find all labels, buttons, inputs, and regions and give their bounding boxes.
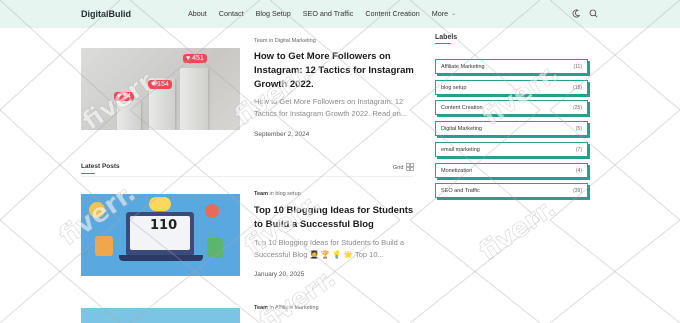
featured-post-meta: Team in Digital Marketing — [254, 38, 316, 44]
post-author[interactable]: Team — [254, 191, 268, 197]
nav-blog-setup[interactable]: Blog Setup — [256, 9, 291, 18]
label-email-marketing[interactable]: email marketing (7) — [435, 142, 588, 157]
label-blog-setup[interactable]: blog setup (18) — [435, 80, 588, 95]
site-header: DigitalBulid About Contact Blog Setup SE… — [0, 0, 680, 28]
label-count: (11) — [573, 63, 582, 70]
latest-posts-heading: Latest Posts — [81, 163, 120, 170]
grid-icon — [406, 163, 415, 173]
site-logo[interactable]: DigitalBulid — [81, 9, 131, 19]
label-seo-and-traffic[interactable]: SEO and Traffic (39) — [435, 183, 588, 198]
post-image[interactable] — [81, 308, 240, 323]
post-date: January 20, 2025 — [254, 271, 305, 278]
label-name: blog setup — [441, 84, 467, 91]
laptop-shape: 110 — [126, 212, 194, 256]
label-count: (18) — [573, 84, 582, 91]
labels-heading: Labels — [435, 34, 458, 41]
post-meta: Team in Affiliate Marketing — [254, 305, 319, 311]
label-count: (5) — [575, 125, 582, 132]
heading-underline — [81, 173, 95, 174]
meta-in: in — [269, 191, 274, 197]
label-content-creation[interactable]: Content Creation (25) — [435, 100, 588, 115]
plant-shape — [207, 238, 223, 258]
divider — [81, 176, 413, 177]
decor-shape — [149, 197, 171, 211]
like-badge: ♥ 154 — [148, 80, 172, 90]
image-number: 110 — [150, 218, 178, 233]
featured-post-title[interactable]: How to Get More Followers on Instagram: … — [254, 50, 419, 92]
nav-content-creation[interactable]: Content Creation — [365, 9, 419, 18]
like-badge: ♥ 54 — [114, 92, 134, 102]
cup-shape — [95, 236, 113, 256]
post-author[interactable]: Team — [254, 38, 267, 44]
post-author[interactable]: Team — [254, 305, 268, 311]
post-category[interactable]: Affiliate Marketing — [275, 305, 319, 311]
pillar-shape — [180, 68, 208, 130]
post-excerpt: Top 10 Blogging Ideas for Students to Bu… — [254, 238, 405, 259]
post-title[interactable]: Top 10 Blogging Ideas for Students to Bu… — [254, 204, 419, 232]
grid-label: Grid — [393, 165, 404, 171]
decor-shape — [205, 204, 219, 218]
label-name: Digital Marketing — [441, 125, 482, 132]
laptop-screen: 110 — [130, 216, 190, 250]
pillar-shape — [117, 100, 141, 130]
heading-underline — [435, 43, 451, 44]
like-badge: ♥ 451 — [183, 54, 207, 64]
label-count: (7) — [575, 146, 582, 153]
nav-more-label: More — [431, 9, 449, 18]
header-icons — [572, 9, 598, 18]
chevron-down-icon: ⌄ — [451, 11, 457, 17]
post-meta: Team in blog setup — [254, 191, 301, 197]
label-digital-marketing[interactable]: Digital Marketing (5) — [435, 121, 588, 136]
post-category[interactable]: Digital Marketing — [275, 38, 316, 44]
nav-about[interactable]: About — [188, 9, 207, 18]
label-name: SEO and Traffic — [441, 187, 480, 194]
main-nav: About Contact Blog Setup SEO and Traffic… — [188, 9, 468, 18]
dark-mode-icon[interactable] — [572, 9, 581, 18]
heart-icon: ♥ — [151, 81, 156, 88]
label-count: (25) — [573, 104, 582, 111]
featured-post-excerpt: How to Get More Followers on Instagram: … — [254, 97, 407, 118]
featured-post-image[interactable]: ♥ 451 ♥ 154 ♥ 54 — [81, 48, 240, 130]
nav-more[interactable]: More ⌄ — [432, 9, 456, 18]
watermark-text: fiverr. — [474, 193, 562, 267]
label-name: email marketing — [441, 146, 480, 153]
nav-seo-traffic[interactable]: SEO and Traffic — [303, 9, 354, 18]
nav-contact[interactable]: Contact — [219, 9, 244, 18]
label-name: Monetization — [441, 167, 473, 174]
laptop-base — [119, 255, 203, 261]
meta-in: in — [269, 305, 274, 311]
label-name: Affiliate Marketing — [441, 63, 485, 70]
featured-post-date: September 2, 2024 — [254, 131, 310, 138]
post-category[interactable]: blog setup — [275, 191, 300, 197]
meta-in: in — [268, 38, 274, 44]
label-affiliate-marketing[interactable]: Affiliate Marketing (11) — [435, 59, 588, 74]
heart-icon: ♥ — [186, 55, 191, 62]
label-name: Content Creation — [441, 104, 483, 111]
grid-toggle[interactable]: Grid — [393, 163, 415, 173]
label-monetization[interactable]: Monetization (4) — [435, 163, 588, 178]
heart-icon: ♥ — [117, 93, 122, 100]
label-count: (39) — [573, 187, 582, 194]
label-count: (4) — [575, 167, 582, 174]
search-icon[interactable] — [589, 9, 598, 18]
post-image[interactable]: 110 — [81, 194, 240, 276]
bulb-shape — [89, 202, 105, 218]
